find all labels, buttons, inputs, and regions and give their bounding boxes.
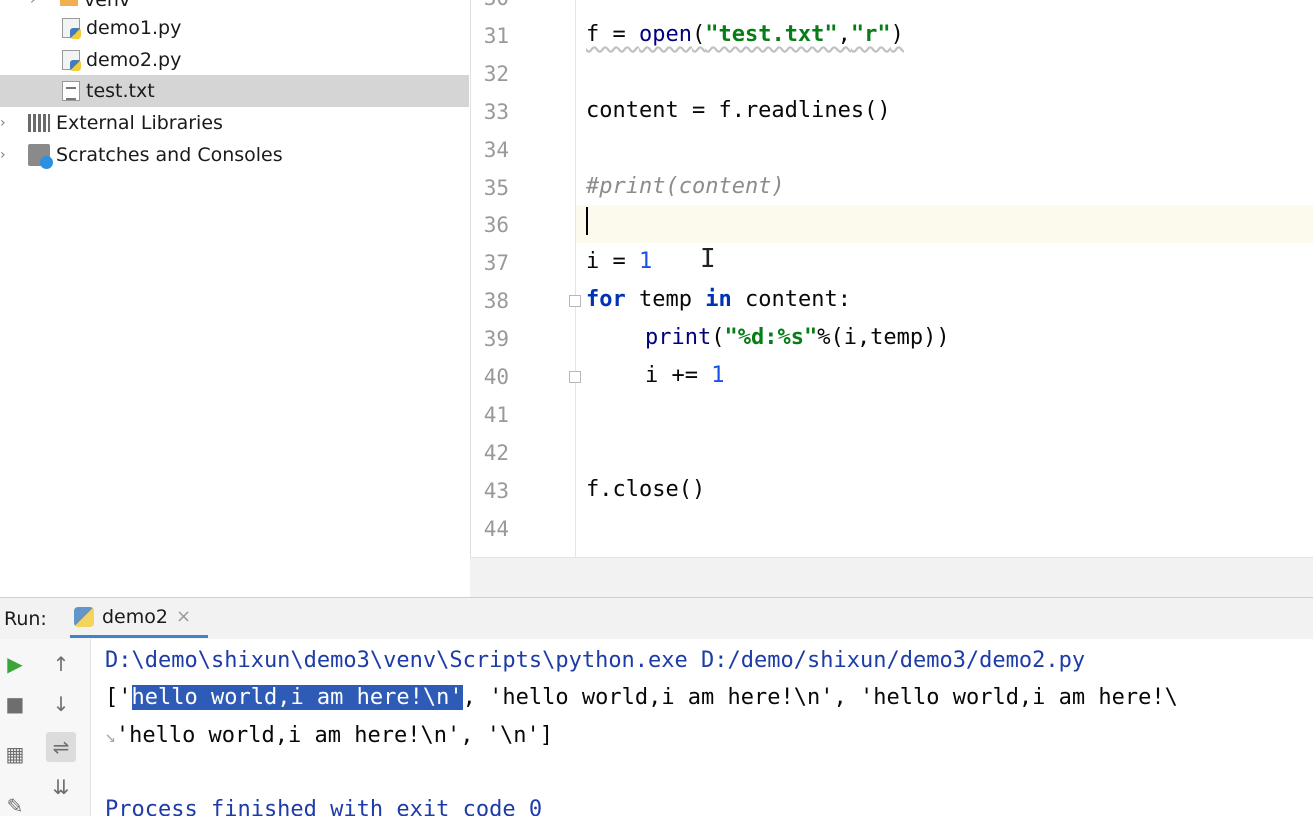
line-number: 31 (483, 24, 509, 48)
console-exit-message: Process finished with exit code 0 (105, 797, 543, 816)
console-output-line-1: ['hello world,i am here!\n', 'hello worl… (105, 685, 1178, 710)
current-line-highlight (471, 205, 1313, 243)
python-icon (74, 606, 94, 627)
tree-item-label: External Libraries (56, 112, 223, 134)
tree-item-test-txt[interactable]: test.txt (0, 75, 469, 107)
soft-wrap-icon[interactable]: ⇌ (46, 732, 76, 762)
code-line-33: content = f.readlines() (586, 98, 891, 123)
line-number: 36 (483, 213, 509, 237)
line-number: 32 (483, 62, 509, 86)
fold-end-icon[interactable] (569, 371, 581, 383)
text-cursor-ibeam-icon: I (700, 244, 716, 274)
code-token: ( (691, 22, 706, 47)
line-number: 33 (483, 100, 509, 124)
tree-item-label: test.txt (86, 80, 155, 102)
chevron-icon[interactable]: › (30, 0, 36, 8)
up-arrow-icon[interactable]: ↑ (46, 649, 76, 679)
run-label: Run: (4, 608, 47, 630)
code-token-string: "%d:%s" (724, 325, 818, 350)
code-token: , (837, 22, 851, 47)
tree-item-external-libraries[interactable]: › External Libraries (0, 107, 469, 139)
code-token: %(i,temp)) (817, 325, 950, 350)
code-token-builtin: print (645, 325, 712, 350)
python-file-icon (62, 18, 81, 39)
code-token: content: (731, 287, 851, 312)
console-text: , 'hello world,i am here!\n', 'hello wor… (462, 685, 1178, 710)
tree-item-label: venv (84, 0, 131, 11)
tree-item-demo2[interactable]: demo2.py (0, 44, 469, 76)
code-token-string: "r" (850, 22, 891, 47)
line-number: 43 (483, 479, 509, 503)
code-token: temp (625, 287, 706, 312)
code-token-number: 1 (711, 363, 725, 388)
line-number: 44 (483, 517, 509, 541)
text-file-icon (62, 81, 80, 101)
code-token-keyword: for (586, 287, 626, 312)
line-number: 34 (483, 138, 509, 162)
close-icon[interactable]: × (176, 606, 191, 627)
layout-icon[interactable]: ▦ (0, 739, 30, 769)
line-number: 30 (471, 0, 509, 10)
line-number: 35 (483, 176, 509, 200)
code-token-keyword: in (705, 287, 732, 312)
code-token: ) (890, 22, 904, 47)
scroll-to-end-icon[interactable]: ⇊ (46, 772, 76, 802)
line-number: 42 (483, 441, 509, 465)
console-output-line-2: ↘'hello world,i am here!\n', '\n'] (105, 723, 553, 748)
code-token-builtin: open (638, 22, 692, 47)
text-caret (586, 207, 588, 235)
run-icon[interactable]: ▶ (0, 649, 30, 679)
tree-item-scratches[interactable]: › Scratches and Consoles (0, 139, 469, 171)
code-line-40: i += 1 (645, 363, 724, 388)
line-number: 38 (483, 289, 509, 313)
run-console[interactable]: D:\demo\shixun\demo3\venv\Scripts\python… (91, 639, 1313, 816)
code-editor[interactable]: 30 31 32 33 34 35 36 37 38 39 40 41 42 4… (470, 0, 1313, 557)
line-number: 41 (483, 403, 509, 427)
console-text: 'hello world,i am here!\n', '\n'] (115, 723, 553, 748)
line-number: 40 (483, 365, 509, 389)
tree-item-label: Scratches and Consoles (56, 144, 283, 166)
code-line-43: f.close() (586, 477, 706, 502)
library-icon (28, 114, 50, 132)
fold-marker-icon[interactable] (569, 295, 581, 307)
folder-icon (60, 0, 78, 6)
code-token: f = (586, 22, 639, 47)
console-text: [' (105, 685, 132, 710)
stop-icon[interactable]: ■ (0, 689, 30, 719)
line-number: 39 (483, 327, 509, 351)
code-token: ( (711, 325, 725, 350)
run-tab-label: demo2 (102, 605, 168, 628)
code-token: i = (586, 249, 639, 274)
scratches-icon (28, 144, 53, 169)
tree-item-demo1[interactable]: demo1.py (0, 12, 469, 44)
code-token: i += (645, 363, 712, 388)
run-tab-demo2[interactable]: demo2 × (70, 598, 208, 638)
project-tree: › venv demo1.py demo2.py test.txt › Exte… (0, 0, 469, 597)
chevron-right-icon[interactable]: › (0, 115, 6, 131)
code-line-39: print("%d:%s"%(i,temp)) (645, 325, 950, 350)
code-token-string: "test.txt" (705, 22, 838, 47)
horizontal-scrollbar[interactable] (470, 557, 1313, 598)
down-arrow-icon[interactable]: ↓ (46, 689, 76, 719)
console-command-line: D:\demo\shixun\demo3\venv\Scripts\python… (105, 648, 1086, 673)
run-toolbar: ▶ ■ ↑ ↓ ▦ ⇌ ⇊ ✎ (0, 639, 91, 818)
code-line-37: i = 1 (586, 249, 652, 274)
python-file-icon (62, 50, 81, 71)
code-line-38: for temp in content: (586, 287, 851, 312)
tree-item-label: demo2.py (86, 49, 182, 71)
line-number: 37 (483, 251, 509, 275)
code-token-number: 1 (638, 249, 653, 274)
chevron-right-icon[interactable]: › (0, 147, 6, 163)
run-panel-header: Run: demo2 × (0, 597, 1313, 639)
soft-wrap-marker-icon: ↘ (105, 726, 116, 747)
selected-text: hello world,i am here!\n' (131, 685, 463, 710)
code-line-35: #print(content) (586, 174, 785, 199)
pin-icon[interactable]: ✎ (0, 791, 30, 821)
code-line-31: f = open("test.txt","r") (586, 22, 904, 47)
tree-item-label: demo1.py (86, 17, 182, 39)
